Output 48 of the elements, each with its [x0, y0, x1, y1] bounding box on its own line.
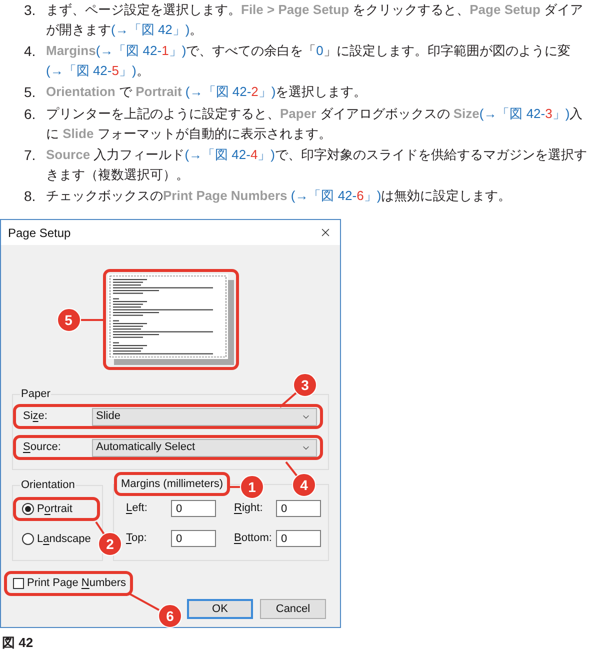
step-text: Margins(→「図 42-1」)で、すべての余白を「0」に設定します。印字範囲が図のように変 (→「図 42-5」)。 [46, 42, 570, 80]
figure-reference-link[interactable]: (→「図 42-4」) [184, 147, 276, 162]
step-number: 5. [24, 84, 36, 100]
field-label: Left: [126, 501, 148, 516]
checkbox-option[interactable]: Print Page Numbers [13, 575, 126, 592]
figure-reference-link[interactable]: (→「図 42」) [111, 22, 190, 37]
figure-reference-link[interactable]: (→「図 42-1」) [96, 43, 186, 58]
dropdown[interactable]: Slide [92, 408, 317, 426]
group-label: Margins (millimeters) [121, 478, 224, 490]
step-text: Orientation で Portrait (→「図 42-2」)を選択します。 [46, 83, 367, 101]
step-text: まず、ページ設定を選択します。File > Page Setup をクリックすると、Page Setup ダイア が開きます(→「図 42」)。 [46, 1, 584, 39]
field-label: Right: [234, 501, 263, 516]
callout-number: 3 [293, 373, 317, 397]
figure-caption: 図 42 [2, 635, 34, 650]
field-label: Top: [126, 531, 147, 546]
step-number: 3. [24, 2, 36, 18]
field-label: Size: [23, 409, 48, 424]
figure-reference-link[interactable]: (→「図 42-5」) [46, 63, 136, 78]
radio-option[interactable]: Portrait [22, 500, 72, 518]
group-label: Paper [21, 388, 50, 400]
window-title: Page Setup [8, 224, 71, 242]
callout-number: 6 [158, 604, 182, 628]
callout-number: 1 [240, 475, 264, 499]
field-label: Source: [23, 440, 61, 456]
dialog-button[interactable]: Cancel [260, 599, 326, 619]
step-number: 6. [24, 106, 36, 122]
step-number: 7. [24, 147, 36, 163]
group-label: Orientation [21, 479, 75, 491]
step-number: 8. [24, 188, 36, 204]
field-label: Bottom: [234, 531, 272, 546]
figure-reference-link[interactable]: (→「図 42-2」) [185, 84, 276, 99]
step-text: プリンターを上記のように設定すると、Paper ダイアログボックスの Size(→「図 42-3」)入 に Slide フォーマットが自動的に表示されます。 [46, 105, 583, 143]
step-text: Source 入力フィールド(→「図 42-4」)で、印字対象のスライドを供給するマガジンを選択す きます（複数選択可）。 [46, 146, 588, 184]
input-field[interactable]: 0 [276, 500, 321, 517]
callout-number: 4 [292, 473, 316, 497]
radio-option[interactable]: Landscape [22, 530, 91, 548]
leader-line [95, 521, 105, 535]
dialog-button[interactable]: OK [187, 599, 253, 619]
figure-reference-link[interactable]: (→「図 42-6」) [290, 188, 382, 203]
step-number: 4. [24, 43, 36, 59]
callout-number: 5 [56, 308, 80, 332]
input-field[interactable]: 0 [171, 500, 216, 517]
input-field[interactable]: 0 [276, 530, 321, 547]
figure-reference-link[interactable]: (→「図 42-3」) [479, 106, 570, 121]
dropdown[interactable]: Automatically Select [92, 438, 317, 456]
input-field[interactable]: 0 [171, 530, 216, 547]
callout-number: 2 [98, 532, 122, 556]
step-text: チェックボックスのPrint Page Numbers (→「図 42-6」)は無効に設定します。 [46, 187, 512, 205]
